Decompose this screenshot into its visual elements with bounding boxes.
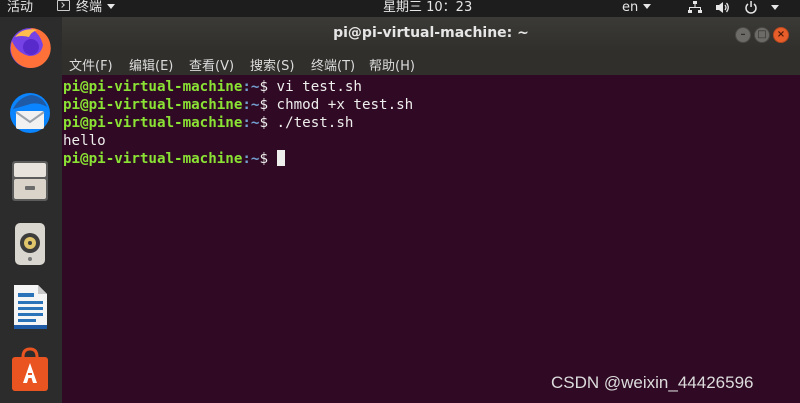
text-cursor <box>276 150 285 166</box>
terminal-line: pi@pi-virtual-machine:~$ vi test.sh <box>63 78 362 96</box>
software-center-icon[interactable] <box>7 345 53 393</box>
command-text: $ ./test.sh <box>259 115 354 131</box>
network-icon[interactable] <box>688 1 702 14</box>
prompt-path: :~ <box>242 115 260 131</box>
activities-button[interactable]: 活动 <box>7 0 33 15</box>
prompt-user: pi@pi-virtual-machine <box>63 115 243 131</box>
terminal-output-line: hello <box>63 133 106 149</box>
maximize-button[interactable]: □ <box>754 27 770 43</box>
terminal-line: pi@pi-virtual-machine:~$ chmod +x test.s… <box>63 96 413 114</box>
minimize-icon: – <box>740 29 746 40</box>
rhythmbox-icon[interactable] <box>7 219 53 267</box>
power-icon[interactable] <box>744 1 758 14</box>
firefox-icon[interactable] <box>7 23 53 71</box>
app-menu[interactable]: 终端 <box>57 0 116 15</box>
prompt-path: :~ <box>242 97 260 113</box>
language-indicator[interactable]: en <box>622 0 652 15</box>
chevron-down-icon <box>643 4 652 9</box>
clock[interactable]: 星期三 10：23 <box>383 0 472 15</box>
menu-terminal[interactable]: 终端(T) <box>311 55 355 74</box>
close-button[interactable]: × <box>773 27 789 43</box>
menu-help[interactable]: 帮助(H) <box>369 55 415 74</box>
dock <box>0 17 62 403</box>
prompt-path: :~ <box>242 79 260 95</box>
prompt-path: :~ <box>242 151 260 167</box>
command-text: $ chmod +x test.sh <box>259 97 414 113</box>
menu-search[interactable]: 搜索(S) <box>250 55 294 74</box>
menu-file[interactable]: 文件(F) <box>69 55 113 74</box>
top-bar: 活动 终端 星期三 10：23 en <box>0 0 800 17</box>
prompt-user: pi@pi-virtual-machine <box>63 97 243 113</box>
volume-icon[interactable] <box>716 1 730 14</box>
watermark: CSDN @weixin_44426596 <box>551 373 754 392</box>
language-label: en <box>622 0 639 15</box>
command-text: $ vi test.sh <box>259 79 362 95</box>
terminal-line: pi@pi-virtual-machine:~$ <box>63 150 285 168</box>
menu-edit[interactable]: 编辑(E) <box>129 55 173 74</box>
menu-bar: 文件(F) 编辑(E) 查看(V) 搜索(S) 终端(T) 帮助(H) <box>62 51 800 75</box>
menu-view[interactable]: 查看(V) <box>189 55 234 74</box>
prompt-user: pi@pi-virtual-machine <box>63 79 243 95</box>
terminal-area[interactable]: pi@pi-virtual-machine:~$ vi test.sh pi@p… <box>62 75 800 403</box>
window-title: pi@pi-virtual-machine: ~ <box>333 25 529 41</box>
terminal-icon <box>57 0 70 11</box>
close-icon: × <box>776 29 786 40</box>
window-titlebar[interactable]: pi@pi-virtual-machine: ~ – □ × <box>62 17 800 51</box>
maximize-icon: □ <box>757 29 767 40</box>
chevron-down-icon <box>107 4 116 9</box>
files-icon[interactable] <box>7 155 53 203</box>
thunderbird-icon[interactable] <box>7 89 53 137</box>
terminal-line: pi@pi-virtual-machine:~$ ./test.sh <box>63 114 353 132</box>
app-menu-label: 终端 <box>76 0 103 15</box>
system-menu-chevron-icon[interactable] <box>771 5 779 10</box>
command-text: $ <box>259 151 277 167</box>
minimize-button[interactable]: – <box>735 27 751 43</box>
prompt-user: pi@pi-virtual-machine <box>63 151 243 167</box>
libreoffice-writer-icon[interactable] <box>7 283 53 331</box>
